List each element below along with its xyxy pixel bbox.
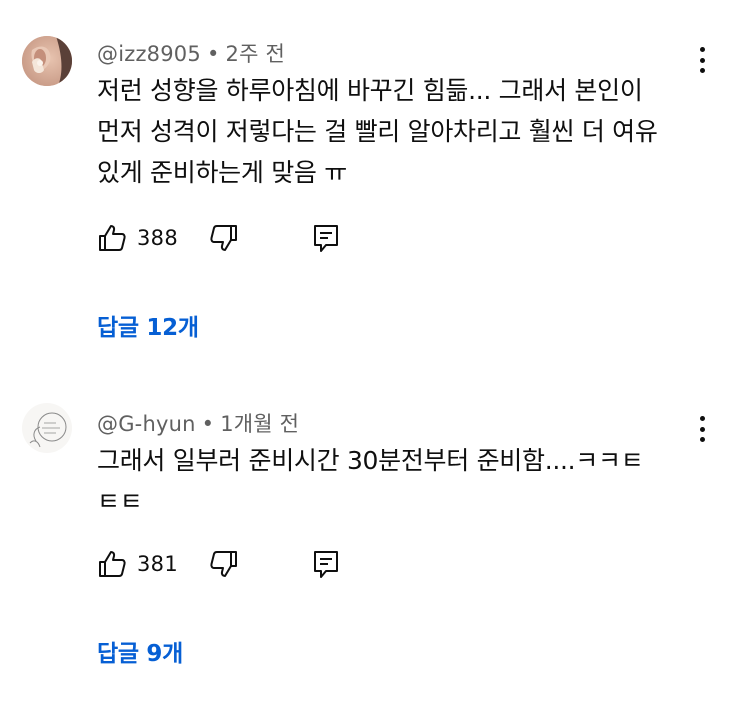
- like-button[interactable]: 388: [97, 221, 178, 255]
- author-name[interactable]: @G-hyun: [97, 412, 196, 436]
- avatar-drawing-icon: [22, 403, 72, 453]
- comment-text: 그래서 일부러 준비시간 30분전부터 준비함....ㅋㅋㅌ ㅌㅌ: [97, 440, 717, 522]
- reply-button[interactable]: [311, 221, 341, 255]
- avatar[interactable]: [22, 36, 72, 86]
- comment-meta: @izz8905 • 2주 전: [97, 38, 285, 68]
- comment-meta: @G-hyun • 1개월 전: [97, 408, 299, 438]
- comment-text-line: 먼저 성격이 저렇다는 걸 빨리 알아차리고 훨씬 더 여유: [97, 117, 658, 146]
- view-replies-button[interactable]: 답글 12개: [97, 308, 199, 342]
- thumbs-down-icon: [210, 225, 237, 251]
- comment-text-line: ㅌㅌ: [97, 487, 143, 516]
- reply-button[interactable]: [311, 547, 341, 581]
- avatar[interactable]: [22, 403, 72, 453]
- comment-actions: 381: [97, 547, 397, 581]
- comment-reply-icon: [314, 551, 338, 578]
- comment-actions: 388: [97, 221, 397, 255]
- like-count: 388: [137, 226, 178, 250]
- comment-text-line: 그래서 일부러 준비시간 30분전부터 준비함....ㅋㅋㅌ: [97, 446, 644, 475]
- timestamp[interactable]: 1개월 전: [220, 412, 299, 436]
- like-count: 381: [137, 552, 178, 576]
- dislike-button[interactable]: [209, 547, 239, 581]
- author-name[interactable]: @izz8905: [97, 42, 201, 66]
- comment-reply-icon: [314, 225, 338, 252]
- thumbs-up-icon: [99, 551, 126, 577]
- avatar-photo-icon: [22, 36, 72, 86]
- timestamp[interactable]: 2주 전: [226, 42, 285, 66]
- comment-text-line: 저런 성향을 하루아침에 바꾸긴 힘듦... 그래서 본인이: [97, 76, 643, 105]
- comment-text-line: 있게 준비하는게 맞음 ㅠ: [97, 158, 347, 187]
- thumbs-up-icon: [99, 225, 126, 251]
- separator-dot: •: [201, 412, 215, 436]
- like-button[interactable]: 381: [97, 547, 178, 581]
- comment-text: 저런 성향을 하루아침에 바꾸긴 힘듦... 그래서 본인이 먼저 성격이 저렇…: [97, 70, 717, 193]
- view-replies-button[interactable]: 답글 9개: [97, 634, 183, 668]
- dislike-button[interactable]: [209, 221, 239, 255]
- separator-dot: •: [206, 42, 220, 66]
- thumbs-down-icon: [210, 551, 237, 577]
